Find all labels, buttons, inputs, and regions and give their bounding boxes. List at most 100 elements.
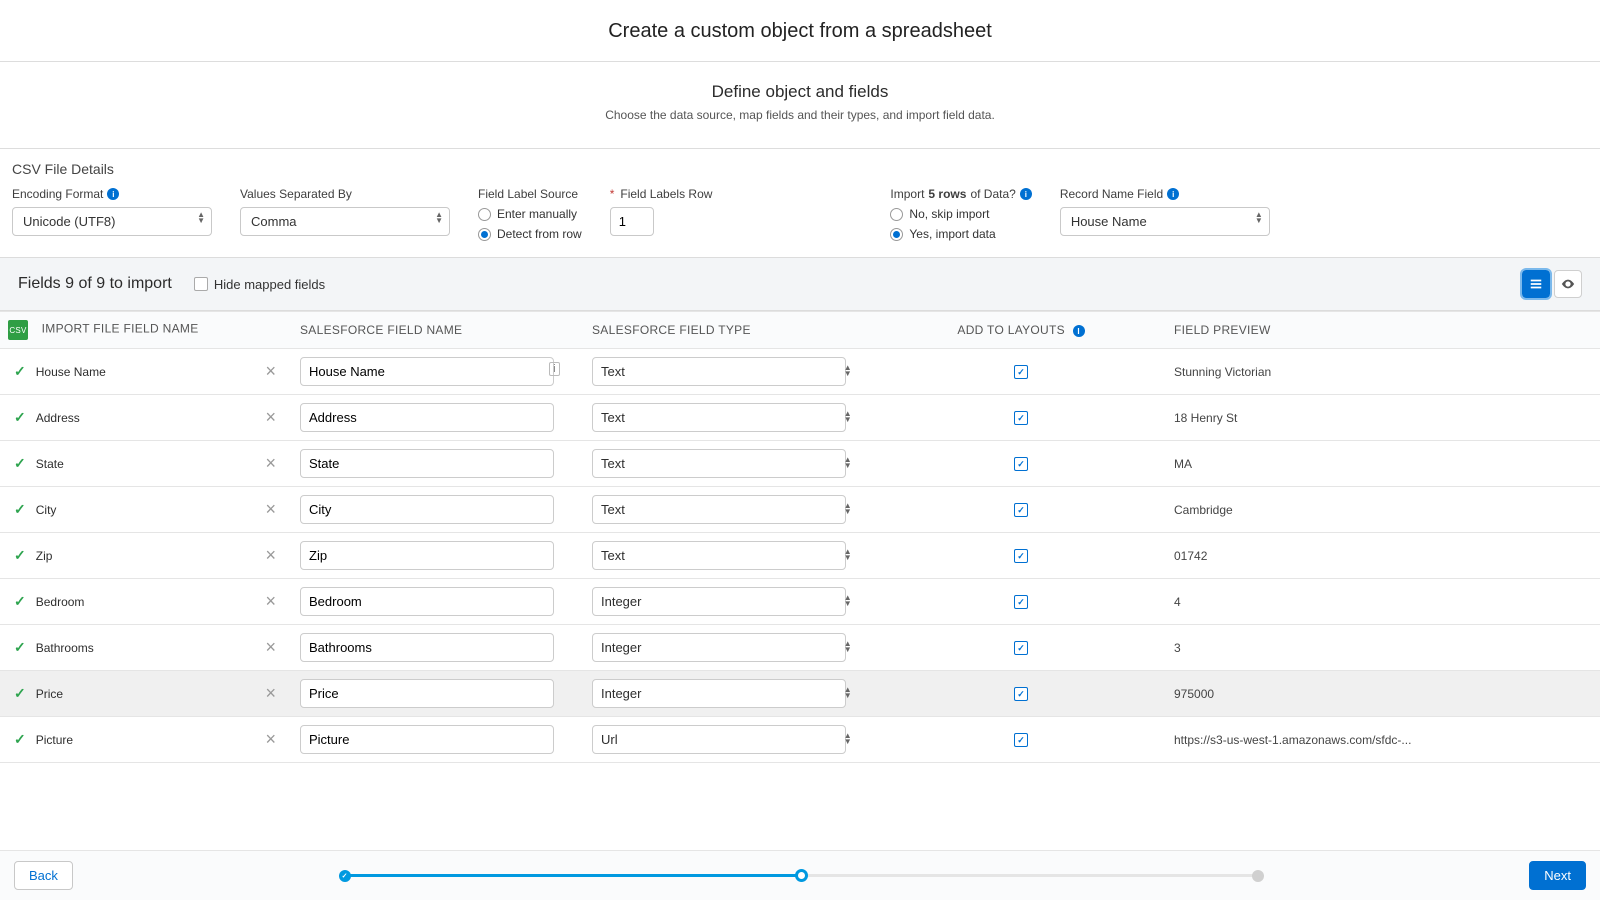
add-to-layouts-checkbox[interactable] (1014, 595, 1028, 609)
info-icon[interactable]: i (1020, 188, 1032, 200)
sf-field-name-input[interactable] (300, 587, 554, 616)
checkmark-icon: ✓ (14, 639, 26, 656)
col-import-header: CSV IMPORT FILE FIELD NAME (0, 312, 292, 349)
checkmark-icon: ✓ (14, 547, 26, 564)
sf-field-type-select[interactable]: Integer (592, 679, 846, 708)
sf-field-type-select[interactable]: Integer (592, 587, 846, 616)
checkmark-icon: ✓ (14, 409, 26, 426)
table-row: ✓ Address × Text ▲▼ 18 Henry St (0, 395, 1600, 441)
import-file-name: State (36, 457, 258, 471)
radio-yes-import-data[interactable]: Yes, import data (890, 227, 1031, 241)
back-button[interactable]: Back (14, 861, 73, 890)
radio-enter-manually[interactable]: Enter manually (478, 207, 582, 221)
add-to-layouts-checkbox[interactable] (1014, 365, 1028, 379)
progress-indicator (93, 869, 1509, 882)
remove-field-button[interactable]: × (257, 451, 284, 476)
import-file-name: Address (36, 411, 258, 425)
sf-field-type-select[interactable]: Text (592, 541, 846, 570)
add-to-layouts-checkbox[interactable] (1014, 641, 1028, 655)
add-to-layouts-checkbox[interactable] (1014, 687, 1028, 701)
remove-field-button[interactable]: × (257, 681, 284, 706)
sf-field-name-input[interactable] (300, 495, 554, 524)
add-to-layouts-checkbox[interactable] (1014, 733, 1028, 747)
separator-label: Values Separated By (240, 187, 450, 201)
sf-field-name-input[interactable] (300, 449, 554, 478)
page-title: Create a custom object from a spreadshee… (0, 0, 1600, 62)
checkmark-icon: ✓ (14, 731, 26, 748)
fields-count-title: Fields 9 of 9 to import (18, 275, 172, 293)
eye-icon (1561, 277, 1575, 291)
sf-field-name-input[interactable] (300, 725, 554, 754)
radio-icon (890, 228, 903, 241)
remove-field-button[interactable]: × (257, 635, 284, 660)
chevron-updown-icon: ▲▼ (435, 212, 443, 224)
next-button[interactable]: Next (1529, 861, 1586, 890)
chevron-updown-icon: ▲▼ (844, 687, 852, 699)
field-preview-value: 975000 (1166, 671, 1600, 717)
table-row: ✓ State × Text ▲▼ MA (0, 441, 1600, 487)
chevron-updown-icon: ▲▼ (844, 595, 852, 607)
radio-icon (478, 228, 491, 241)
record-name-label: Record Name Field (1060, 187, 1163, 201)
labels-row-input[interactable] (610, 207, 654, 236)
remove-field-button[interactable]: × (257, 589, 284, 614)
import-file-name: Bedroom (36, 595, 258, 609)
remove-field-button[interactable]: × (257, 405, 284, 430)
hide-mapped-fields-toggle[interactable]: Hide mapped fields (194, 277, 325, 292)
info-icon[interactable]: i (1073, 325, 1085, 337)
import-file-name: Price (36, 687, 258, 701)
import-file-name: Bathrooms (36, 641, 258, 655)
import-file-name: City (36, 503, 258, 517)
sf-field-name-input[interactable] (300, 633, 554, 662)
sf-field-type-select[interactable]: Integer (592, 633, 846, 662)
add-to-layouts-checkbox[interactable] (1014, 503, 1028, 517)
encoding-label: Encoding Format (12, 187, 103, 201)
field-preview-value: 3 (1166, 625, 1600, 671)
sf-field-name-input[interactable] (300, 357, 554, 386)
table-row: ✓ Picture × Url ▲▼ https://s3-us-west-1.… (0, 717, 1600, 763)
add-to-layouts-checkbox[interactable] (1014, 411, 1028, 425)
sf-field-name-input[interactable] (300, 679, 554, 708)
table-row: ✓ House Name × i Text ▲▼ Stunning Victor… (0, 349, 1600, 395)
chevron-updown-icon: ▲▼ (844, 549, 852, 561)
chevron-updown-icon: ▲▼ (844, 365, 852, 377)
view-preview-button[interactable] (1554, 270, 1582, 298)
sf-field-type-select[interactable]: Url (592, 725, 846, 754)
record-name-select[interactable]: House Name ▲▼ (1060, 207, 1270, 236)
import-file-name: Zip (36, 549, 258, 563)
table-row: ✓ Bathrooms × Integer ▲▼ 3 (0, 625, 1600, 671)
radio-icon (478, 208, 491, 221)
view-list-button[interactable] (1522, 270, 1550, 298)
separator-select[interactable]: Comma ▲▼ (240, 207, 450, 236)
import-file-name: House Name (36, 365, 258, 379)
sf-field-type-select[interactable]: Text (592, 495, 846, 524)
labels-row-label: Field Labels Row (620, 187, 712, 201)
info-icon[interactable]: i (1167, 188, 1179, 200)
encoding-select[interactable]: Unicode (UTF8) ▲▼ (12, 207, 212, 236)
field-label-source-group: Enter manually Detect from row (478, 207, 582, 241)
add-to-layouts-checkbox[interactable] (1014, 549, 1028, 563)
sf-field-type-select[interactable]: Text (592, 403, 846, 432)
sf-field-name-input[interactable] (300, 541, 554, 570)
chevron-updown-icon: ▲▼ (844, 733, 852, 745)
sf-field-type-select[interactable]: Text (592, 449, 846, 478)
add-to-layouts-checkbox[interactable] (1014, 457, 1028, 471)
edit-inline-icon[interactable]: i (549, 362, 559, 376)
sf-field-name-input[interactable] (300, 403, 554, 432)
list-icon (1529, 277, 1543, 291)
info-icon[interactable]: i (107, 188, 119, 200)
checkmark-icon: ✓ (14, 363, 26, 380)
remove-field-button[interactable]: × (257, 543, 284, 568)
table-row: ✓ Bedroom × Integer ▲▼ 4 (0, 579, 1600, 625)
radio-no-skip-import[interactable]: No, skip import (890, 207, 1031, 221)
sf-field-type-select[interactable]: Text (592, 357, 846, 386)
chevron-updown-icon: ▲▼ (844, 503, 852, 515)
remove-field-button[interactable]: × (257, 727, 284, 752)
col-sfname-header: SALESFORCE FIELD NAME (292, 312, 584, 349)
radio-detect-from-row[interactable]: Detect from row (478, 227, 582, 241)
remove-field-button[interactable]: × (257, 497, 284, 522)
col-sftype-header: SALESFORCE FIELD TYPE (584, 312, 876, 349)
field-preview-value: 01742 (1166, 533, 1600, 579)
remove-field-button[interactable]: × (257, 359, 284, 384)
table-row: ✓ Price × Integer ▲▼ 975000 (0, 671, 1600, 717)
